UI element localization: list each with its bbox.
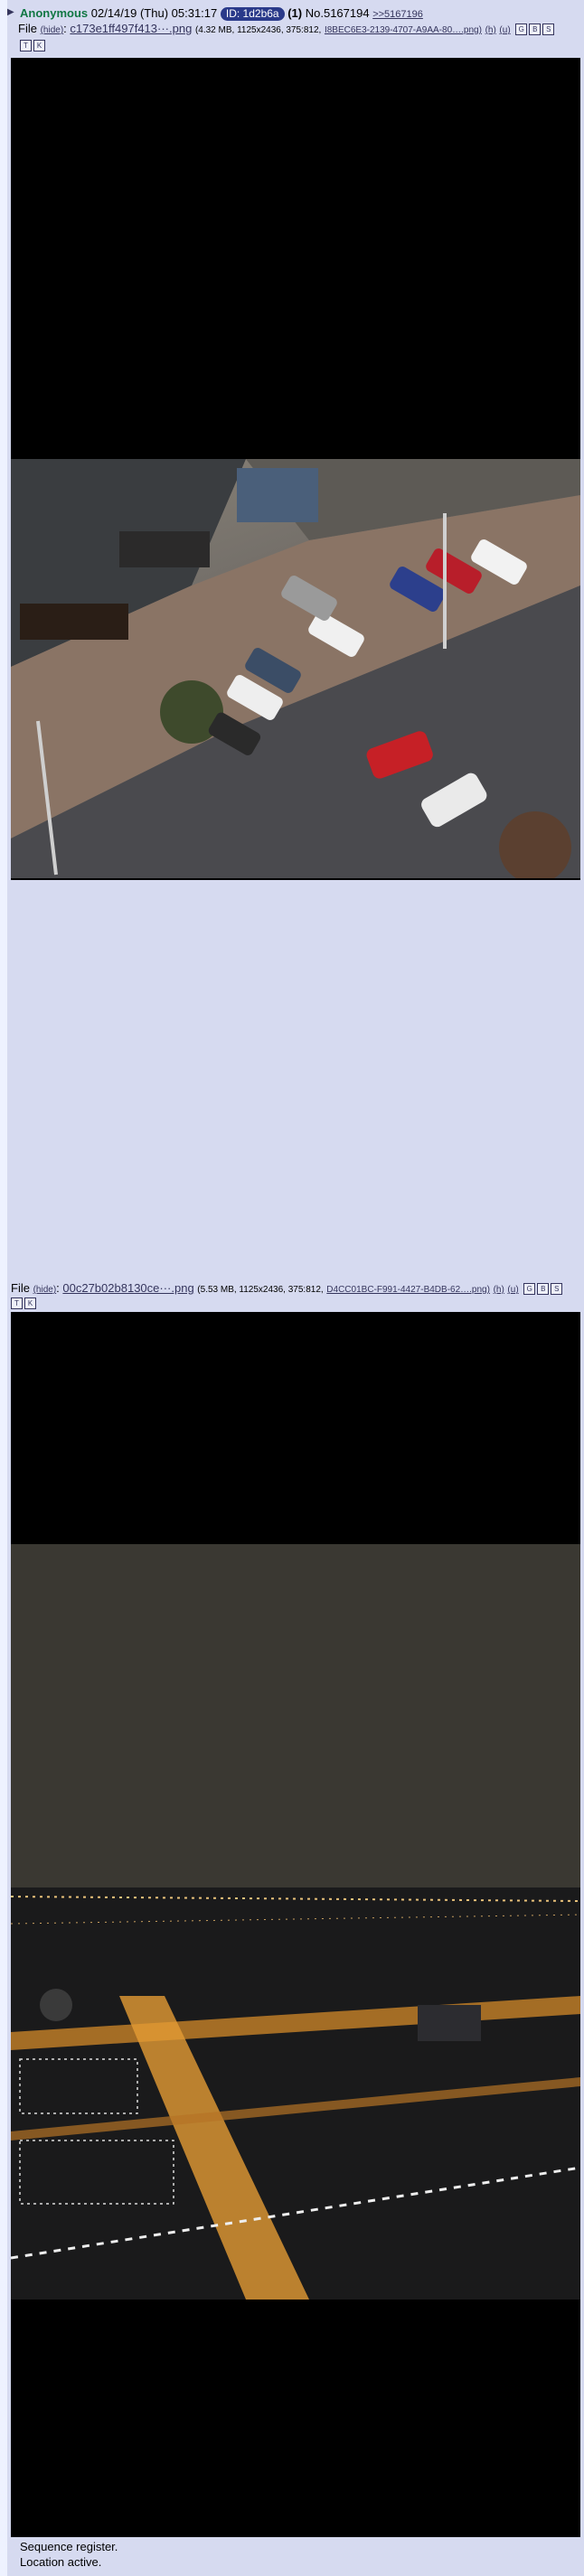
poster-name: Anonymous xyxy=(20,6,89,20)
file-label: File xyxy=(11,1281,30,1295)
btn-u[interactable]: (u) xyxy=(507,1285,518,1295)
google-search-button[interactable]: G xyxy=(523,1283,536,1296)
id-post-count: (1) xyxy=(287,6,303,20)
file-label: File xyxy=(18,22,37,35)
post-image-2[interactable] xyxy=(11,1312,580,2537)
message-line: Location active. xyxy=(20,2555,102,2569)
saucenao-button[interactable]: S xyxy=(551,1283,563,1296)
post-message: Sequence register. Location active. xyxy=(20,2539,118,2570)
file-original-name[interactable]: I8BEC6E3-2139-4707-A9AA-80….png) xyxy=(325,25,482,35)
bing-search-button[interactable]: B xyxy=(529,23,542,36)
btn-u[interactable]: (u) xyxy=(499,25,510,35)
tineye-button[interactable]: T xyxy=(20,40,32,52)
street-photo xyxy=(11,459,580,878)
bing-search-button[interactable]: B xyxy=(537,1283,550,1296)
file-buttons-row-1: TK xyxy=(20,38,580,52)
btn-h[interactable]: (h) xyxy=(494,1285,504,1295)
file-meta: (4.32 MB, 1125x2436, 375:812, xyxy=(194,25,322,35)
hide-image-link[interactable]: (hide) xyxy=(41,25,64,35)
saucenao-button[interactable]: S xyxy=(542,23,555,36)
file-info-2: File (hide): 00c27b02b8130ce···.png (5.5… xyxy=(11,1281,580,1297)
file-original-name[interactable]: D4CC01BC-F991-4427-B4DB-62….png) xyxy=(326,1285,490,1295)
file-info-1: File (hide): c173e1ff497f413···.png (4.3… xyxy=(18,22,580,38)
post-arrow-icon[interactable]: ▶ xyxy=(7,7,14,17)
karma-decay-button[interactable]: K xyxy=(33,40,45,52)
post-image-1[interactable] xyxy=(11,58,580,880)
night-city-illustration xyxy=(11,1544,580,2300)
file-link[interactable]: 00c27b02b8130ce···.png xyxy=(62,1281,193,1295)
message-line: Sequence register. xyxy=(20,2540,118,2553)
street-scene-illustration xyxy=(11,459,580,878)
hide-image-link[interactable]: (hide) xyxy=(33,1285,57,1295)
post-number[interactable]: No.5167194 xyxy=(306,6,370,20)
file-meta: (5.53 MB, 1125x2436, 375:812, xyxy=(197,1285,324,1295)
night-city-photo xyxy=(11,1544,580,2300)
post-info: Anonymous 02/14/19 (Thu) 05:31:17 ID: 1d… xyxy=(20,5,580,22)
file-buttons-row-2: TK xyxy=(11,1296,36,1310)
poster-id-badge[interactable]: ID: 1d2b6a xyxy=(220,7,285,21)
google-search-button[interactable]: G xyxy=(515,23,528,36)
post-datetime: 02/14/19 (Thu) 05:31:17 xyxy=(90,6,218,20)
karma-decay-button[interactable]: K xyxy=(24,1297,36,1310)
btn-h[interactable]: (h) xyxy=(485,25,496,35)
file-link[interactable]: c173e1ff497f413···.png xyxy=(70,22,192,35)
tineye-button[interactable]: T xyxy=(11,1297,23,1310)
post-backlink[interactable]: >>5167196 xyxy=(372,9,423,20)
